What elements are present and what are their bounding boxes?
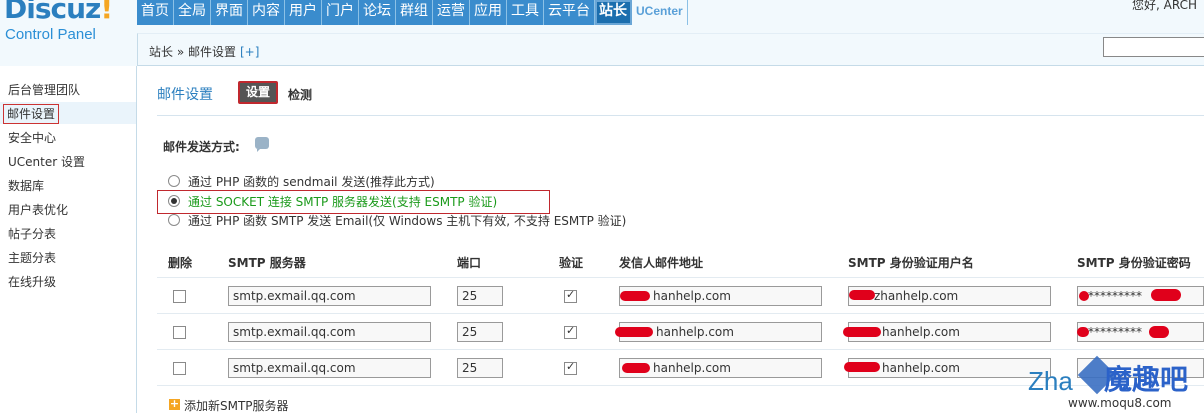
radio-php-smtp[interactable]: [168, 214, 180, 226]
sidebar-item-post-split[interactable]: 帖子分表: [8, 224, 56, 244]
smtp-server-input[interactable]: smtp.exmail.qq.com: [228, 322, 431, 342]
discuz-logo[interactable]: Discuz! Control Panel: [0, 0, 137, 66]
option-sendmail[interactable]: 通过 PHP 函数的 sendmail 发送(推荐此方式): [168, 172, 435, 190]
nav-home[interactable]: 首页: [137, 0, 174, 25]
redaction-mark: [1079, 291, 1089, 301]
user-greeting: 您好, ARCH: [1132, 0, 1197, 12]
logo-subtitle: Control Panel: [5, 26, 96, 43]
auth-password-input[interactable]: *********: [1077, 322, 1204, 342]
page-title: 邮件设置: [157, 87, 213, 103]
auth-checkbox[interactable]: [564, 360, 577, 375]
help-bubble-icon[interactable]: [255, 137, 269, 152]
port-input[interactable]: 25: [457, 322, 503, 342]
option-sendmail-label: 通过 PHP 函数的 sendmail 发送(推荐此方式): [188, 174, 435, 189]
nav-content[interactable]: 内容: [248, 0, 285, 25]
auth-password-input[interactable]: *********: [1077, 286, 1204, 306]
watermark-text: Zha: [1028, 366, 1073, 396]
smtp-server-input[interactable]: smtp.exmail.qq.com: [228, 286, 431, 306]
nav-global[interactable]: 全局: [174, 0, 211, 25]
nav-portal[interactable]: 门户: [322, 0, 359, 25]
redaction-mark: [615, 327, 653, 337]
col-header-auth-username: SMTP 身份验证用户名: [848, 256, 974, 270]
redaction-mark: [843, 327, 881, 337]
delete-checkbox[interactable]: [173, 326, 186, 339]
nav-interface[interactable]: 界面: [211, 0, 248, 25]
add-shortcut-link[interactable]: [+]: [240, 45, 259, 59]
sidebar-item-user-table-optimize[interactable]: 用户表优化: [8, 200, 68, 220]
sidebar-item-security[interactable]: 安全中心: [8, 128, 56, 148]
breadcrumb-text: 站长 » 邮件设置: [149, 45, 236, 59]
col-header-auth: 验证: [559, 256, 584, 270]
auth-checkbox[interactable]: [564, 288, 577, 303]
sidebar: 后台管理团队 邮件设置 安全中心 UCenter 设置 数据库 用户表优化 帖子…: [0, 66, 137, 413]
redaction-mark: [844, 362, 880, 372]
col-header-from-address: 发信人邮件地址: [619, 256, 704, 270]
row-divider: [157, 313, 1204, 314]
option-socket-smtp[interactable]: 通过 SOCKET 连接 SMTP 服务器发送(支持 ESMTP 验证): [168, 192, 497, 210]
send-method-label: 邮件发送方式:: [163, 140, 240, 154]
watermark-url: www.moqu8.com: [1068, 396, 1172, 410]
watermark-logo-text: 魔趣吧: [1104, 363, 1189, 396]
col-header-smtp-server: SMTP 服务器: [228, 256, 306, 270]
nav-forum[interactable]: 论坛: [359, 0, 396, 25]
col-header-delete: 删除: [168, 256, 193, 270]
tab-check[interactable]: 检测: [288, 86, 312, 103]
redaction-mark: [620, 291, 650, 301]
nav-groups[interactable]: 群组: [396, 0, 433, 25]
search-input[interactable]: [1103, 37, 1204, 57]
nav-tools[interactable]: 工具: [507, 0, 544, 25]
watermark: Zha 魔趣吧 www.moqu8.com: [1028, 355, 1204, 413]
row-divider: [157, 277, 1204, 278]
sidebar-item-admin-team[interactable]: 后台管理团队: [8, 80, 80, 100]
nav-ucenter[interactable]: UCenter: [632, 0, 688, 25]
add-smtp-server-link[interactable]: 添加新SMTP服务器: [184, 397, 289, 413]
smtp-server-input[interactable]: smtp.exmail.qq.com: [228, 358, 431, 378]
delete-checkbox[interactable]: [173, 362, 186, 375]
sidebar-item-ucenter-settings[interactable]: UCenter 设置: [8, 152, 85, 172]
add-icon[interactable]: +: [169, 398, 180, 410]
nav-webmaster[interactable]: 站长: [595, 0, 632, 25]
breadcrumb: 站长 » 邮件设置 [+]: [149, 43, 259, 60]
top-navigation: 首页 全局 界面 内容 用户 门户 论坛 群组 运营 应用 工具 云平台 站长 …: [137, 0, 688, 25]
col-header-auth-password: SMTP 身份验证密码: [1077, 256, 1191, 270]
option-php-smtp[interactable]: 通过 PHP 函数 SMTP 发送 Email(仅 Windows 主机下有效,…: [168, 211, 626, 229]
divider: [157, 115, 1204, 116]
logo-text: Discuz!: [4, 0, 113, 25]
nav-apps[interactable]: 应用: [470, 0, 507, 25]
sidebar-item-database[interactable]: 数据库: [8, 176, 44, 196]
redaction-mark: [622, 363, 650, 373]
radio-sendmail[interactable]: [168, 175, 180, 187]
redaction-mark: [1077, 327, 1089, 337]
redaction-mark: [1151, 289, 1181, 301]
sidebar-item-mail-settings[interactable]: 邮件设置: [3, 104, 60, 124]
auth-username-input[interactable]: zhanhelp.com: [848, 286, 1051, 306]
redaction-mark: [1149, 326, 1169, 338]
sidebar-item-online-upgrade[interactable]: 在线升级: [8, 272, 56, 292]
nav-users[interactable]: 用户: [285, 0, 322, 25]
nav-cloud[interactable]: 云平台: [544, 0, 595, 25]
nav-operations[interactable]: 运营: [433, 0, 470, 25]
delete-checkbox[interactable]: [173, 290, 186, 303]
redaction-mark: [849, 290, 875, 300]
option-socket-smtp-label: 通过 SOCKET 连接 SMTP 服务器发送(支持 ESMTP 验证): [188, 194, 498, 209]
sidebar-item-thread-split[interactable]: 主题分表: [8, 248, 56, 268]
option-php-smtp-label: 通过 PHP 函数 SMTP 发送 Email(仅 Windows 主机下有效,…: [188, 213, 627, 228]
tab-settings[interactable]: 设置: [238, 81, 278, 104]
row-divider: [157, 349, 1204, 350]
header: Discuz! Control Panel 首页 全局 界面 内容 用户 门户 …: [0, 0, 1204, 66]
port-input[interactable]: 25: [457, 358, 503, 378]
auth-checkbox[interactable]: [564, 324, 577, 339]
port-input[interactable]: 25: [457, 286, 503, 306]
col-header-port: 端口: [457, 256, 482, 270]
breadcrumb-bar: 站长 » 邮件设置 [+]: [137, 33, 1204, 65]
radio-socket-smtp[interactable]: [168, 195, 180, 207]
